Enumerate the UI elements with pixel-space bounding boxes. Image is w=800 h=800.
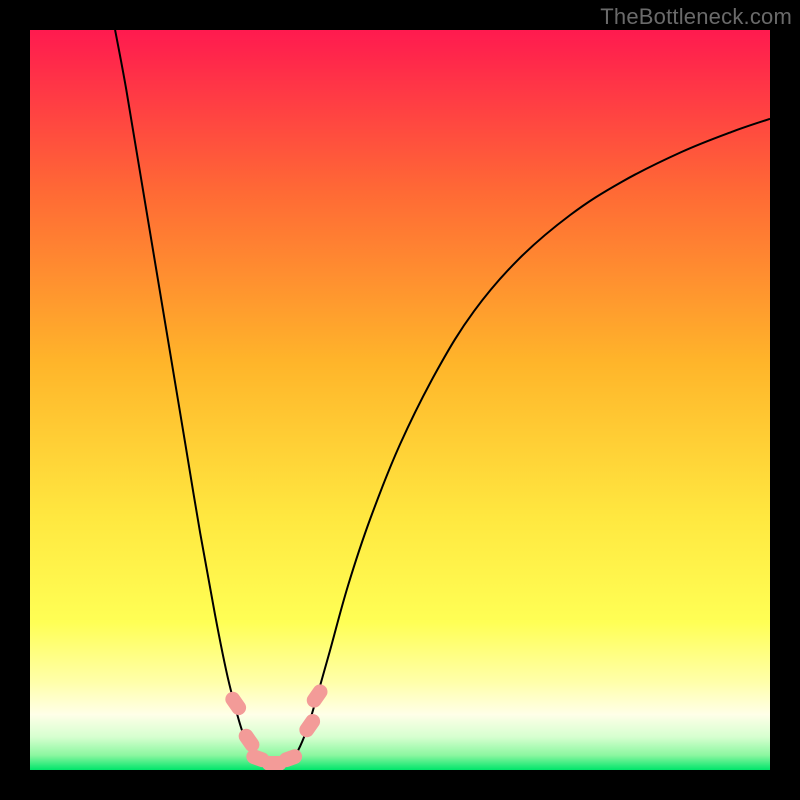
- chart-frame: [30, 30, 770, 770]
- attribution-text: TheBottleneck.com: [600, 4, 792, 30]
- gradient-background: [30, 30, 770, 770]
- bottleneck-chart: [30, 30, 770, 770]
